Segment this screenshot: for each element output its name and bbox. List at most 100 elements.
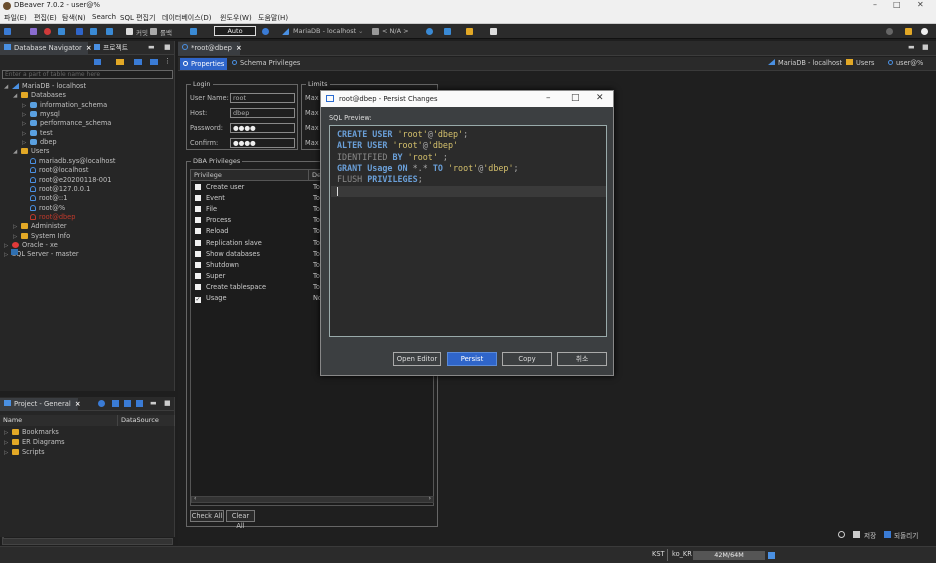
maximize-button[interactable]: □ [893, 0, 901, 9]
minimize-panel-icon[interactable]: ▬ [150, 399, 157, 407]
minimize-panel-icon[interactable]: ▬ [148, 43, 155, 51]
username-field[interactable]: root [230, 93, 295, 103]
column-name[interactable]: Name [0, 415, 118, 426]
navigator-filter-input[interactable]: Enter a part of table name here [2, 70, 173, 79]
disconnect-icon[interactable] [44, 28, 51, 35]
new-connection-icon[interactable] [4, 28, 11, 35]
privilege-row[interactable]: Replication slave [195, 238, 262, 249]
checkbox[interactable] [195, 195, 201, 202]
refresh-icon[interactable] [136, 400, 143, 407]
revert-button[interactable]: 되돌리기 [894, 530, 918, 540]
view-menu-icon[interactable]: ⋮ [164, 57, 171, 65]
tab-projects[interactable]: 프로젝트 [90, 42, 132, 55]
dialog-minimize-button[interactable]: – [546, 93, 551, 103]
commit-label[interactable]: 커밋 [136, 27, 148, 37]
privilege-row[interactable]: Event [195, 193, 225, 204]
check-all-button[interactable]: Check All [190, 510, 224, 522]
sql-preview-editor[interactable]: CREATE USER 'root'@'dbep'; ALTER USER 'ro… [329, 125, 607, 337]
tab-database-navigator[interactable]: Database Navigator × [0, 42, 92, 55]
perspective-icon[interactable] [905, 28, 912, 35]
checkbox[interactable] [195, 184, 201, 190]
menu-sql-editor[interactable]: SQL 편집기 [120, 13, 155, 23]
project-config-icon[interactable] [98, 400, 105, 407]
link-editor-icon[interactable] [150, 59, 158, 65]
column-datasource[interactable]: DataSource [118, 415, 175, 426]
new-connection-icon[interactable] [94, 59, 101, 65]
menu-edit[interactable]: 편집(E) [34, 13, 57, 23]
new-folder-icon[interactable] [116, 59, 124, 65]
minimize-editor-icon[interactable]: ▬ [908, 43, 915, 51]
persist-button[interactable]: Persist [447, 352, 497, 366]
dialog-close-button[interactable]: ✕ [596, 93, 604, 103]
privilege-row[interactable]: ✓ Usage [195, 293, 227, 304]
active-connection-selector[interactable]: MariaDB - localhost [293, 27, 356, 35]
search-icon[interactable] [838, 531, 845, 538]
privilege-row[interactable]: Create user [195, 182, 244, 193]
privilege-row[interactable]: Process [195, 215, 231, 226]
collapse-all-icon[interactable] [112, 400, 119, 407]
new-script-icon[interactable] [76, 28, 83, 35]
privilege-row[interactable]: Shutdown [195, 260, 239, 271]
format-icon[interactable] [444, 28, 451, 35]
tab-root-dbep[interactable]: *root@dbep × [178, 42, 242, 55]
expand-down-icon[interactable]: ◢ [4, 82, 12, 92]
tab-project-general[interactable]: Project - General × [0, 398, 81, 411]
transaction-mode-button[interactable]: Auto [214, 26, 256, 36]
sql-editor-icon[interactable] [58, 28, 65, 35]
filter-icon[interactable] [190, 28, 197, 35]
clear-all-button[interactable]: Clear All [226, 510, 255, 530]
open-script-icon[interactable] [90, 28, 97, 35]
menu-database[interactable]: 데이터베이스(D) [162, 13, 212, 23]
close-tab-icon[interactable]: × [75, 400, 81, 408]
commit-icon[interactable] [126, 28, 133, 35]
menu-help[interactable]: 도움말(H) [258, 13, 288, 23]
close-tab-icon[interactable]: × [236, 44, 242, 52]
navigate-forward-icon[interactable] [490, 28, 497, 35]
checkbox[interactable] [195, 228, 201, 235]
expand-right-icon[interactable]: ▷ [4, 448, 12, 458]
memory-indicator[interactable]: 42M/64M [693, 551, 765, 560]
project-item[interactable]: ▷ Scripts [4, 447, 45, 457]
link-icon[interactable] [124, 400, 131, 407]
confirm-field[interactable]: ●●●● [230, 138, 295, 148]
pencil-icon[interactable] [466, 28, 473, 35]
expand-down-icon[interactable]: ◢ [13, 147, 21, 157]
save-button[interactable]: 저장 [864, 530, 876, 540]
search-icon[interactable] [886, 28, 893, 35]
dialog-maximize-button[interactable]: □ [571, 93, 580, 103]
tab-schema-privileges[interactable]: Schema Privileges [232, 59, 300, 67]
breadcrumb-connection[interactable]: MariaDB - localhost [768, 59, 842, 67]
menu-window[interactable]: 윈도우(W) [220, 13, 252, 23]
checkbox[interactable] [195, 283, 201, 290]
column-privilege[interactable]: Privilege [191, 170, 309, 181]
project-item[interactable]: ▷ ER Diagrams [4, 437, 65, 447]
rollback-label[interactable]: 롤백 [160, 27, 172, 37]
checkbox[interactable] [195, 239, 201, 246]
checkbox[interactable] [195, 261, 201, 268]
tab-properties[interactable]: Properties [180, 58, 228, 70]
privilege-row[interactable]: File [195, 204, 217, 215]
project-item[interactable]: ▷ Bookmarks [4, 427, 59, 437]
host-field[interactable]: dbep [230, 108, 295, 118]
checkbox[interactable] [195, 250, 201, 257]
privilege-row[interactable]: Reload [195, 226, 228, 237]
cancel-button[interactable]: 취소 [557, 352, 607, 366]
privilege-row[interactable]: Super [195, 271, 225, 282]
active-schema-selector[interactable]: < N/A > [382, 27, 409, 35]
privileges-hscrollbar[interactable]: ‹ › [191, 495, 434, 503]
maximize-panel-icon[interactable]: ■ [164, 43, 171, 51]
breadcrumb-users[interactable]: Users [846, 59, 874, 67]
checked-checkbox[interactable]: ✓ [195, 297, 201, 303]
menu-file[interactable]: 파일(E) [4, 13, 27, 23]
transaction-icon[interactable] [106, 28, 113, 35]
garbage-collect-icon[interactable] [768, 552, 775, 559]
open-editor-button[interactable]: Open Editor [393, 352, 441, 366]
menu-search[interactable]: Search [92, 13, 116, 21]
privilege-row[interactable]: Show databases [195, 249, 260, 260]
password-field[interactable]: ●●●● [230, 123, 295, 133]
navigator-hscrollbar[interactable] [2, 538, 173, 545]
search-db-icon[interactable] [426, 28, 433, 35]
maximize-panel-icon[interactable]: ■ [164, 399, 171, 407]
tree-item[interactable]: ▷ SQL Server - master [4, 249, 79, 259]
collapse-icon[interactable] [134, 59, 142, 65]
